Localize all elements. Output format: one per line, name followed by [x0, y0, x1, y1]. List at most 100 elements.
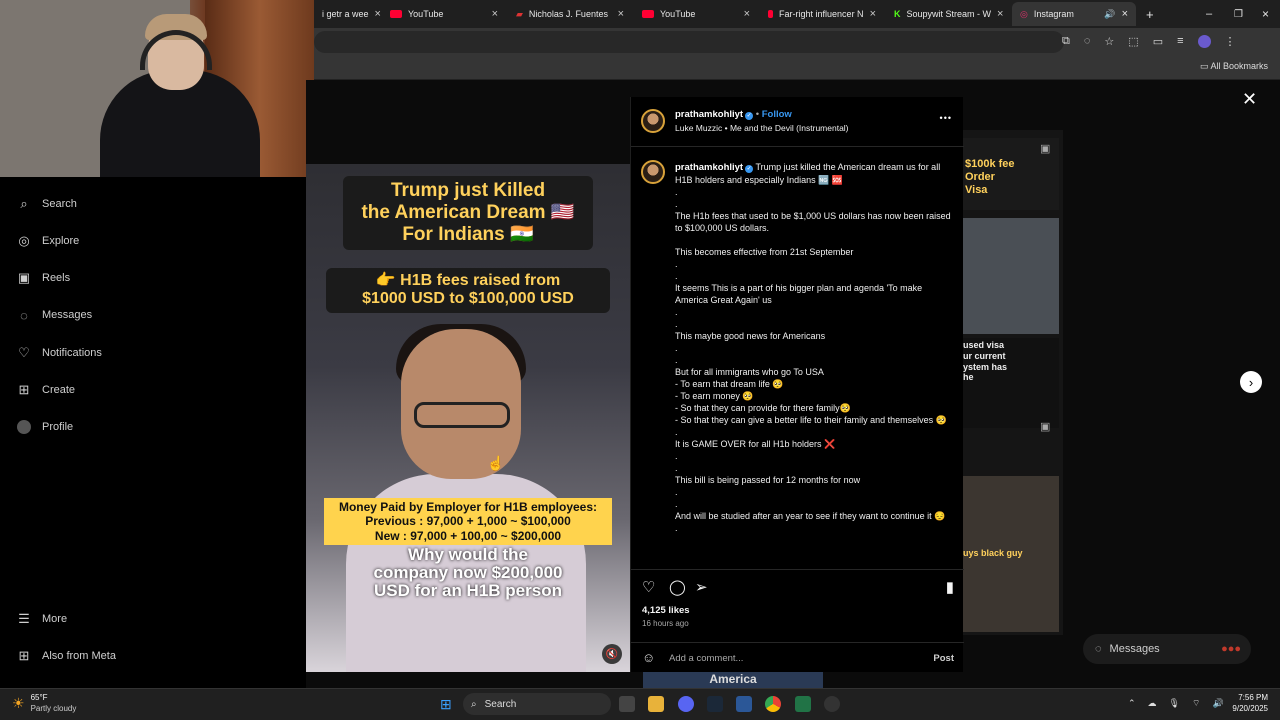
emoji-icon[interactable]: ☺	[642, 650, 655, 665]
browser-tab[interactable]: Far-right influencer N ×	[760, 2, 884, 26]
weather-widget[interactable]: ☀ 65°F Partly cloudy	[12, 692, 76, 714]
caption-first-line: prathamkohliyt ✓ Trump just killed the Am…	[675, 161, 951, 186]
sidebar-item-create[interactable]: ⊞ Create	[16, 382, 75, 398]
taskbar-search[interactable]: ⌕ Search	[463, 693, 611, 715]
glasses-icon	[414, 402, 510, 428]
minimize-button[interactable]: –	[1198, 2, 1220, 26]
extensions-icon[interactable]: ⬚	[1128, 35, 1138, 48]
mute-button[interactable]: 🔇	[602, 644, 622, 664]
discord-icon[interactable]	[678, 696, 694, 712]
sidebar-item-notifications[interactable]: ♡ Notifications	[16, 345, 102, 361]
steam-icon[interactable]	[707, 696, 723, 712]
file-explorer-icon[interactable]	[648, 696, 664, 712]
messenger-icon: ◌	[1095, 643, 1102, 655]
author-avatar[interactable]	[641, 109, 665, 133]
likes-count[interactable]: 4,125 likes	[642, 605, 690, 616]
speaker-icon: 🔇	[605, 648, 619, 660]
caption-avatar[interactable]	[641, 160, 665, 184]
next-post-button[interactable]: ›	[1240, 371, 1262, 393]
reel-video[interactable]: Trump just Killed the American Dream 🇺🇸 …	[306, 164, 630, 672]
sidebar-item-reels[interactable]: ▣ Reels	[16, 270, 70, 286]
close-modal-button[interactable]: ✕	[1242, 89, 1257, 110]
menu-dots-icon[interactable]: ⋮	[1225, 35, 1236, 48]
new-tab-button[interactable]: +	[1138, 2, 1158, 26]
author-username[interactable]: prathamkohliyt	[675, 109, 743, 120]
windows-start-icon[interactable]: ⊞	[440, 696, 452, 713]
sidebar-item-explore[interactable]: ◎ Explore	[16, 233, 79, 249]
messages-pill[interactable]: ◌ Messages ●●●	[1083, 634, 1251, 664]
author-line: prathamkohliyt ✓ • Follow	[675, 109, 792, 120]
like-button[interactable]: ♡	[642, 578, 655, 596]
sidebar-item-messages[interactable]: ◌ Messages	[16, 307, 92, 323]
close-icon[interactable]: ×	[1122, 8, 1128, 20]
all-bookmarks[interactable]: ▭ All Bookmarks	[1200, 61, 1268, 72]
caption-line: .	[675, 354, 951, 366]
heart-icon: ♡	[18, 345, 30, 360]
close-icon[interactable]: ×	[492, 8, 498, 20]
sidebar-item-profile[interactable]: Profile	[16, 419, 73, 435]
profile-avatar[interactable]	[1197, 35, 1211, 48]
caption-line: And will be studied after an year to see…	[675, 510, 951, 522]
hamburger-icon: ☰	[18, 611, 30, 626]
caption-username[interactable]: prathamkohliyt	[675, 162, 743, 173]
save-button[interactable]: ▮	[946, 578, 954, 596]
chevron-up-icon[interactable]: ⌃	[1128, 698, 1136, 709]
eye-off-icon[interactable]: ◌	[1084, 35, 1091, 48]
close-icon[interactable]: ×	[375, 8, 381, 20]
comment-icon: ◯	[669, 579, 686, 596]
background-thumbnail: uys black guy	[963, 476, 1059, 632]
sidebar-item-also-from-meta[interactable]: ⊞ Also from Meta	[16, 648, 116, 664]
share-button[interactable]: ➢	[695, 578, 708, 596]
tab-label: Nicholas J. Fuentes	[528, 9, 608, 19]
caption-line: - To earn that dream life 🥺	[675, 378, 951, 390]
sidepanel-icon[interactable]: ▭	[1153, 35, 1163, 48]
mic-icon[interactable]: 🎙	[1169, 698, 1180, 709]
comment-button[interactable]: ◯	[669, 578, 686, 596]
clock[interactable]: 7:56 PM 9/20/2025	[1226, 692, 1268, 714]
background-thumbnail: America	[643, 672, 823, 688]
address-bar[interactable]	[314, 31, 1064, 53]
browser-tab[interactable]: YouTube ×	[634, 2, 758, 26]
caption-line: .	[675, 486, 951, 498]
browser-tab[interactable]: YouTube ×	[382, 2, 506, 26]
caption-line: It is GAME OVER for all H1b holders ❌	[675, 438, 951, 450]
task-view-icon[interactable]	[619, 696, 635, 712]
close-icon[interactable]: ×	[744, 8, 750, 20]
post-comment-button[interactable]: Post	[933, 653, 954, 664]
sidebar-item-search[interactable]: ⌕ Search	[16, 196, 77, 212]
post-header: prathamkohliyt ✓ • Follow Luke Muzzic • M…	[631, 97, 964, 147]
youtube-icon	[390, 10, 402, 18]
browser-tab-active[interactable]: ◎ Instagram 🔊 ×	[1012, 2, 1136, 26]
browser-tab[interactable]: i getr a wee ×	[314, 2, 382, 26]
close-icon[interactable]: ×	[997, 8, 1003, 20]
windows-taskbar	[0, 688, 1280, 720]
chrome-icon[interactable]	[765, 696, 781, 712]
close-icon[interactable]: ×	[870, 8, 876, 20]
app-icon[interactable]	[736, 696, 752, 712]
media-icon[interactable]: ≡	[1177, 35, 1183, 48]
sidebar-item-more[interactable]: ☰ More	[16, 611, 67, 627]
star-icon[interactable]: ☆	[1104, 35, 1114, 48]
avatar-icon	[16, 419, 32, 435]
window-close-button[interactable]: ×	[1254, 2, 1277, 26]
excel-icon[interactable]	[795, 696, 811, 712]
follow-button[interactable]: Follow	[762, 109, 792, 120]
caption-line: The H1b fees that used to be $1,000 US d…	[675, 210, 951, 234]
audio-track[interactable]: Luke Muzzic • Me and the Devil (Instrume…	[675, 123, 849, 133]
app-icon[interactable]	[824, 696, 840, 712]
caption-text: - So that they can give a better life to…	[675, 415, 947, 425]
plus-square-icon: ⊞	[18, 382, 30, 397]
caption-text: .	[675, 199, 678, 209]
more-options-icon[interactable]: •••	[940, 113, 952, 123]
cast-icon[interactable]: ⧉	[1062, 35, 1070, 48]
maximize-button[interactable]: ❐	[1226, 2, 1251, 26]
speaker-icon[interactable]: 🔊	[1104, 9, 1115, 20]
close-icon[interactable]: ×	[618, 8, 624, 20]
comment-input[interactable]: Add a comment...	[669, 653, 743, 664]
wifi-icon[interactable]: ⌔	[1192, 698, 1200, 709]
browser-tab[interactable]: ▰ Nicholas J. Fuentes ×	[508, 2, 632, 26]
cloud-icon[interactable]: ☁	[1148, 698, 1157, 709]
volume-icon[interactable]: 🔊	[1212, 698, 1223, 709]
browser-tab[interactable]: K Soupywit Stream - W ×	[886, 2, 1010, 26]
caption-line: This bill is being passed for 12 months …	[675, 474, 951, 486]
